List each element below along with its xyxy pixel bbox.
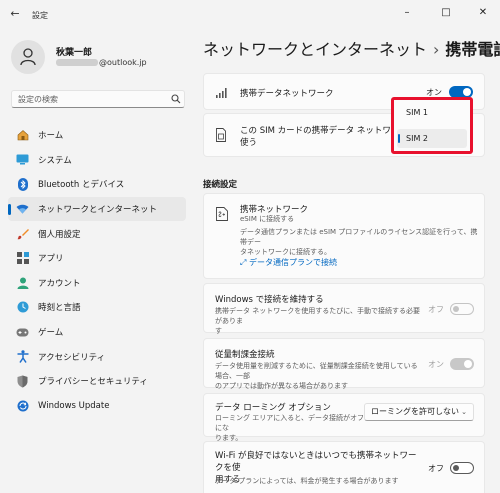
back-button[interactable]: ← <box>8 7 22 21</box>
cellular-network-subtitle: eSIM に接続する <box>240 215 295 223</box>
cellular-network-description: データ通信プランまたは eSIM プロファイルのライセンス認証を行って、携帯デー… <box>240 228 478 256</box>
avatar[interactable] <box>11 40 45 74</box>
signal-icon <box>216 88 227 98</box>
clock-icon <box>16 301 29 314</box>
sidebar-item-accessibility[interactable]: アクセシビリティ <box>8 344 186 369</box>
user-email: @outlook.jp <box>56 58 147 67</box>
stay-connected-title: Windows で接続を維持する <box>215 295 324 305</box>
sidebar-item-label: ホーム <box>38 131 64 142</box>
roaming-select[interactable]: ローミングを許可しない ⌄ <box>364 403 474 421</box>
sidebar-item-label: 時刻と言語 <box>38 303 81 314</box>
data-roaming-title: データ ローミング オプション <box>215 403 331 413</box>
connect-icon: ⤢ <box>240 258 247 267</box>
section-title-connection: 接続設定 <box>203 180 238 190</box>
shield-icon <box>16 375 29 388</box>
metered-connection-description: データ使用量を削減するために、従量制課金接続を使用している場合、一部 のアプリで… <box>215 362 418 390</box>
user-name: 秋葉一郎 <box>56 48 93 58</box>
sim-card-icon <box>216 128 226 142</box>
sidebar-item-label: アカウント <box>38 278 81 289</box>
stay-connected-description: 携帯データ ネットワークを使用するたびに、手動で接続する必要がありま す <box>215 307 421 335</box>
search-icon[interactable] <box>171 94 181 104</box>
title-bar: ← 設定 – □ ✕ <box>0 0 500 28</box>
sim-dropdown[interactable]: SIM 1 SIM 2 <box>391 97 473 154</box>
sidebar-item-label: アクセシビリティ <box>38 352 106 363</box>
stay-connected-row: Windows で接続を維持する 携帯データ ネットワークを使用するたびに、手動… <box>203 283 485 335</box>
stay-connected-state: オフ <box>428 305 444 314</box>
connect-data-plan-link[interactable]: ⤢ データ通信プランで接続 <box>240 257 337 268</box>
sidebar-item-label: アプリ <box>38 254 64 265</box>
data-roaming-description: ローミング エリアに入ると、データ接続がオフにな ります。 <box>215 414 364 442</box>
metered-connection-state: オン <box>428 360 444 369</box>
gamepad-icon <box>16 326 29 339</box>
sidebar-item-bluetooth[interactable]: Bluetooth とデバイス <box>8 172 186 197</box>
sidebar-item-system[interactable]: システム <box>8 148 186 173</box>
nav-list: ホーム システム Bluetooth とデバイス ネットワークとインターネット … <box>8 123 186 418</box>
system-icon <box>16 153 29 166</box>
stay-connected-toggle[interactable] <box>450 303 474 315</box>
metered-connection-toggle[interactable] <box>450 358 474 370</box>
sidebar-item-network[interactable]: ネットワークとインターネット <box>8 196 186 222</box>
cellular-network-card: 携帯ネットワーク eSIM に接続する データ通信プランまたは eSIM プロフ… <box>203 193 485 279</box>
breadcrumb-separator: › <box>433 40 440 59</box>
metered-connection-row: 従量制課金接続 データ使用量を削減するために、従量制課金接続を使用している場合、… <box>203 338 485 390</box>
wifi-fallback-toggle[interactable] <box>450 462 474 474</box>
network-icon <box>16 203 29 216</box>
breadcrumb-parent[interactable]: ネットワークとインターネット <box>203 40 427 59</box>
sidebar-item-time-language[interactable]: 時刻と言語 <box>8 295 186 320</box>
esim-icon <box>216 207 228 221</box>
wifi-fallback-description: データ プランによっては、料金が発生する場合があります <box>215 477 399 485</box>
sidebar-item-gaming[interactable]: ゲーム <box>8 320 186 345</box>
update-icon <box>16 399 29 412</box>
sidebar-item-label: システム <box>38 155 72 166</box>
sidebar-item-accounts[interactable]: アカウント <box>8 271 186 296</box>
sidebar-item-windows-update[interactable]: Windows Update <box>8 394 186 419</box>
sim-card-label: この SIM カードの携帯データ ネットワークを 使う <box>240 126 417 148</box>
search-input[interactable] <box>11 90 185 108</box>
accessibility-icon <box>16 350 29 364</box>
sidebar-item-label: ゲーム <box>38 328 64 339</box>
sidebar-item-label: プライバシーとセキュリティ <box>38 377 148 388</box>
home-icon <box>16 129 29 142</box>
sidebar-item-label: Windows Update <box>38 400 110 411</box>
sidebar-item-home[interactable]: ホーム <box>8 123 186 148</box>
app-title: 設定 <box>32 11 48 20</box>
sidebar-item-label: ネットワークとインターネット <box>38 205 158 216</box>
sim-option-2[interactable]: SIM 2 <box>397 129 467 148</box>
breadcrumb: ネットワークとインターネット › 携帯電話 <box>203 36 500 60</box>
sidebar-item-label: Bluetooth とデバイス <box>38 180 125 191</box>
chevron-down-icon: ⌄ <box>461 408 467 416</box>
user-icon <box>20 48 36 66</box>
maximize-button[interactable]: □ <box>437 5 455 21</box>
sidebar-item-label: 個人用設定 <box>38 229 81 240</box>
bluetooth-icon <box>16 177 29 191</box>
metered-connection-title: 従量制課金接続 <box>215 350 275 360</box>
apps-icon <box>16 252 29 265</box>
account-icon <box>16 276 29 289</box>
sim-option-1[interactable]: SIM 1 <box>397 103 467 122</box>
sidebar-item-personalization[interactable]: 個人用設定 <box>8 221 186 246</box>
wifi-fallback-state: オフ <box>428 464 444 473</box>
sidebar: 秋葉一郎 @outlook.jp ホーム システム Bluetooth とデバイ… <box>0 28 194 493</box>
cellular-data-title: 携帯データネットワーク <box>240 89 334 99</box>
sidebar-item-privacy-security[interactable]: プライバシーとセキュリティ <box>8 369 186 394</box>
wifi-fallback-row: Wi-Fi が良好ではないときはいつでも携帯ネットワークを使 用する データ プ… <box>203 441 485 493</box>
brush-icon <box>16 227 29 240</box>
minimize-button[interactable]: – <box>398 5 416 21</box>
sidebar-item-apps[interactable]: アプリ <box>8 246 186 271</box>
page-title: 携帯電話 <box>445 40 500 59</box>
close-button[interactable]: ✕ <box>474 5 492 21</box>
